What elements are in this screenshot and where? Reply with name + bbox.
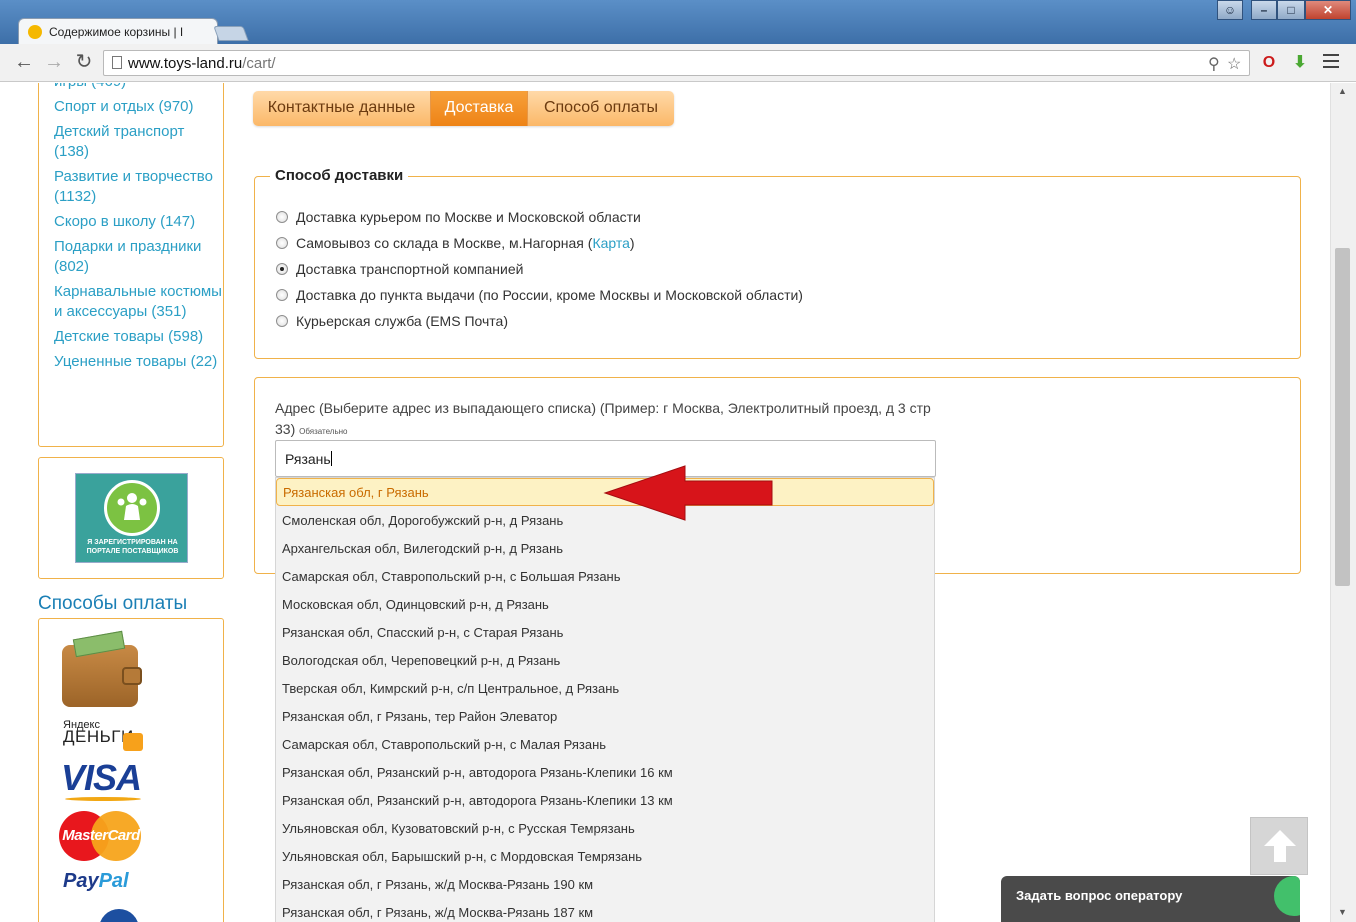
category-link[interactable]: Подарки и праздники (802) — [54, 237, 222, 277]
scrollbar-thumb[interactable] — [1335, 248, 1350, 586]
url-text: www.toys-land.ru/cart/ — [128, 55, 276, 72]
category-link[interactable]: Уцененные товары (22) — [54, 352, 222, 372]
chat-label: Задать вопрос оператору — [1016, 888, 1183, 903]
category-link[interactable]: Детский транспорт (138) — [54, 122, 222, 162]
browser-tab[interactable]: Содержимое корзины | I — [18, 18, 218, 44]
scroll-down-icon[interactable]: ▼ — [1338, 907, 1347, 917]
category-link[interactable]: Развитие и творчество (1132) — [54, 167, 222, 207]
payment-logos-box: Яндекс ДЕНЬГИ VISA MasterCard PayPal — [38, 618, 224, 922]
delivery-option[interactable]: Самовывоз со склада в Москве, м.Нагорная… — [276, 235, 635, 251]
tab-title: Содержимое корзины | I — [49, 25, 184, 39]
delivery-option[interactable]: Курьерская служба (EMS Почта) — [276, 313, 508, 329]
mastercard-logo: MasterCard — [59, 811, 143, 861]
delivery-option[interactable]: Доставка курьером по Москве и Московской… — [276, 209, 641, 225]
browser-toolbar: ← → ↻ www.toys-land.ru/cart/ ⚲ ☆ O ⬇ — [0, 44, 1356, 82]
page-scrollbar[interactable]: ▲ ▼ — [1330, 83, 1356, 922]
user-profile-button[interactable]: ☺ — [1217, 0, 1243, 20]
banner-text: Я ЗАРЕГИСТРИРОВАН НА ПОРТАЛЕ ПОСТАВЩИКОВ — [86, 539, 179, 555]
address-suggestions-dropdown: Рязанская обл, г Рязань Смоленская обл, Д… — [275, 477, 935, 922]
operator-chat-button[interactable]: Задать вопрос оператору — [1001, 876, 1300, 922]
step-payment-method[interactable]: Способ оплаты — [528, 91, 674, 126]
suggestion-item[interactable]: Рязанская обл, Рязанский р-н, автодорога… — [276, 758, 934, 786]
arrow-up-icon — [1264, 830, 1296, 862]
red-arrow-annotation — [603, 465, 773, 521]
suggestion-item[interactable]: Вологодская обл, Череповецкий р-н, д Ряз… — [276, 646, 934, 674]
maximize-button[interactable]: □ — [1277, 0, 1305, 20]
delivery-option-label: Доставка курьером по Москве и Московской… — [296, 209, 641, 225]
scroll-up-icon[interactable]: ▲ — [1338, 86, 1347, 96]
map-link[interactable]: Карта — [592, 235, 629, 251]
close-window-button[interactable]: ✕ — [1305, 0, 1351, 20]
radio-button[interactable] — [276, 237, 288, 249]
key-icon[interactable]: ⚲ — [1208, 54, 1220, 74]
radio-button[interactable] — [276, 263, 288, 275]
yandex-money-icon — [123, 733, 143, 751]
visa-logo-bar — [65, 797, 141, 801]
checkout-steps: Контактные данные Доставка Способ оплаты — [253, 91, 674, 126]
category-link[interactable]: Спорт и отдых (970) — [54, 97, 222, 117]
suggestion-item[interactable]: Рязанская обл, г Рязань, ж/д Москва-Ряза… — [276, 870, 934, 898]
visa-logo: VISA — [61, 757, 142, 798]
category-link[interactable]: игры (469) — [54, 83, 222, 92]
delivery-option-label: Доставка транспортной компанией — [296, 261, 524, 277]
suggestion-item[interactable]: Тверская обл, Кимрский р-н, с/п Централь… — [276, 674, 934, 702]
step-delivery[interactable]: Доставка — [431, 91, 527, 126]
download-extension-icon[interactable]: ⬇ — [1290, 53, 1310, 73]
minimize-button[interactable]: – — [1251, 0, 1277, 20]
payment-methods-title: Способы оплаты — [38, 593, 188, 614]
delivery-option[interactable]: Доставка до пункта выдачи (по России, кр… — [276, 287, 803, 303]
reload-button[interactable]: ↻ — [72, 51, 96, 75]
step-contact-data[interactable]: Контактные данные — [253, 91, 430, 126]
delivery-option[interactable]: Доставка транспортной компанией — [276, 261, 523, 277]
category-link[interactable]: Детские товары (598) — [54, 327, 222, 347]
suggestion-item[interactable]: Рязанская обл, Рязанский р-н, автодорога… — [276, 786, 934, 814]
delivery-legend: Способ доставки — [270, 167, 409, 184]
page-icon — [112, 56, 122, 69]
opera-extension-icon[interactable]: O — [1259, 53, 1279, 73]
page-viewport: игры (469) Спорт и отдых (970) Детский тра… — [0, 83, 1330, 922]
category-link[interactable]: Скоро в школу (147) — [54, 212, 222, 232]
required-note: Обязательно — [299, 427, 348, 436]
back-button[interactable]: ← — [12, 51, 36, 75]
chat-status-icon — [1274, 876, 1300, 916]
wallet-icon — [62, 630, 142, 707]
address-bar[interactable]: www.toys-land.ru/cart/ ⚲ ☆ — [103, 50, 1250, 76]
suggestion-item[interactable]: Ульяновская обл, Барышский р-н, с Мордов… — [276, 842, 934, 870]
category-menu: игры (469) Спорт и отдых (970) Детский тра… — [38, 83, 224, 447]
suggestion-item[interactable]: Рязанская обл, г Рязань, тер Район Элева… — [276, 702, 934, 730]
suggestion-item[interactable]: Самарская обл, Ставропольский р-н, с Бол… — [276, 562, 934, 590]
suggestion-item[interactable]: Архангельская обл, Вилегодский р-н, д Ря… — [276, 534, 934, 562]
delivery-option-suffix: ) — [629, 235, 635, 251]
suggestion-item[interactable]: Московская обл, Одинцовский р-н, д Рязан… — [276, 590, 934, 618]
suggestion-item[interactable]: Рязанская обл, Спасский р-н, с Старая Ря… — [276, 618, 934, 646]
payment-logo-partial — [99, 909, 139, 922]
scroll-to-top-button[interactable] — [1250, 817, 1308, 875]
delivery-option-label: Курьерская служба (EMS Почта) — [296, 313, 508, 329]
delivery-option-label: Доставка до пункта выдачи (по России, кр… — [296, 287, 803, 303]
chrome-menu-icon[interactable] — [1323, 54, 1339, 70]
delivery-option-label: Самовывоз со склада в Москве, м.Нагорная… — [296, 235, 593, 251]
forward-button[interactable]: → — [42, 51, 66, 75]
bookmark-star-icon[interactable]: ☆ — [1227, 54, 1241, 74]
paypal-logo: PayPal — [63, 870, 129, 892]
suggestion-item[interactable]: Рязанская обл, г Рязань, ж/д Москва-Ряза… — [276, 898, 934, 922]
supplier-banner-box: Я ЗАРЕГИСТРИРОВАН НА ПОРТАЛЕ ПОСТАВЩИКОВ — [38, 457, 224, 579]
duck-favicon-icon — [28, 25, 42, 39]
category-list: игры (469) Спорт и отдых (970) Детский тра… — [54, 83, 222, 377]
radio-button[interactable] — [276, 315, 288, 327]
people-icon — [117, 493, 147, 520]
supplier-portal-banner[interactable]: Я ЗАРЕГИСТРИРОВАН НА ПОРТАЛЕ ПОСТАВЩИКОВ — [75, 473, 188, 563]
window-titlebar: Содержимое корзины | I ☺ – □ ✕ — [0, 0, 1356, 44]
radio-button[interactable] — [276, 211, 288, 223]
delivery-method-fieldset: Способ доставки Доставка курьером по Мос… — [254, 167, 1301, 359]
radio-button[interactable] — [276, 289, 288, 301]
suggestion-item[interactable]: Ульяновская обл, Кузоватовский р-н, с Ру… — [276, 814, 934, 842]
address-label: Адрес (Выберите адрес из выпадающего спи… — [275, 400, 931, 437]
category-link[interactable]: Карнавальные костюмы и аксессуары (351) — [54, 282, 222, 322]
suggestion-item[interactable]: Самарская обл, Ставропольский р-н, с Мал… — [276, 730, 934, 758]
new-tab-button[interactable] — [213, 26, 249, 41]
